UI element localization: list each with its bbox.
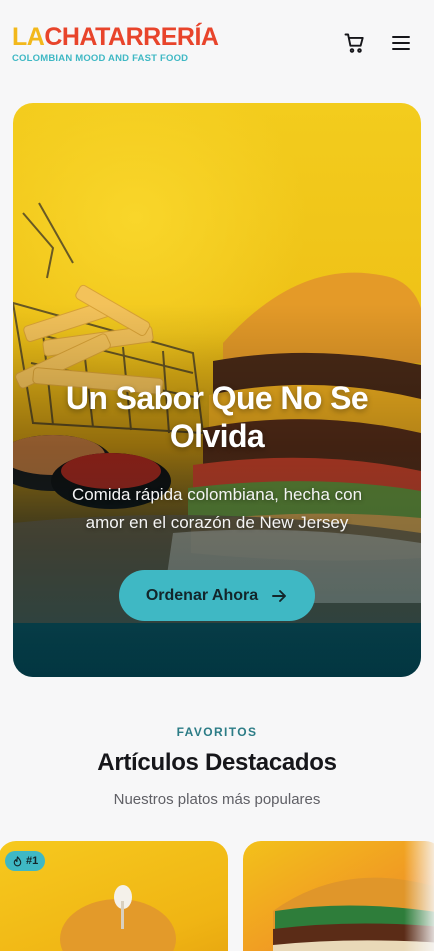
logo-wordmark: LA CHATARRERÍA (12, 22, 219, 52)
logo-la: LA (12, 23, 45, 51)
rank-badge: #1 (5, 851, 46, 871)
hero-subtitle: Comida rápida colombiana, hecha con amor… (71, 485, 363, 532)
site-header: LA CHATARRERÍA COLOMBIAN MOOD AND FAST F… (0, 0, 434, 88)
featured-card[interactable]: #1 (0, 841, 228, 951)
flame-icon (13, 855, 22, 866)
section-title: Artículos Destacados (97, 749, 337, 776)
rank-label: #1 (26, 855, 39, 867)
logo-tagline: COLOMBIAN MOOD AND FAST FOOD (12, 53, 189, 64)
section-subtitle: Nuestros platos más populares (113, 791, 321, 808)
hero-banner: Un Sabor Que No Se Olvida Comida rápida … (13, 103, 421, 677)
hamburger-menu-icon (392, 36, 410, 50)
section-eyebrow: FAVORITOS (176, 725, 258, 739)
hero-title: Un Sabor Que No Se Olvida (65, 380, 369, 454)
menu-button[interactable] (388, 30, 414, 56)
order-now-button[interactable]: Ordenar Ahora (119, 570, 315, 621)
brand-logo[interactable]: LA CHATARRERÍA COLOMBIAN MOOD AND FAST F… (12, 22, 219, 64)
cart-icon (344, 33, 364, 53)
carousel-fade (404, 841, 434, 951)
logo-chatarreria: CHATARRERÍA (44, 23, 219, 51)
cart-button[interactable] (342, 30, 368, 56)
order-now-label: Ordenar Ahora (145, 586, 259, 604)
arrow-right-icon (272, 589, 287, 602)
